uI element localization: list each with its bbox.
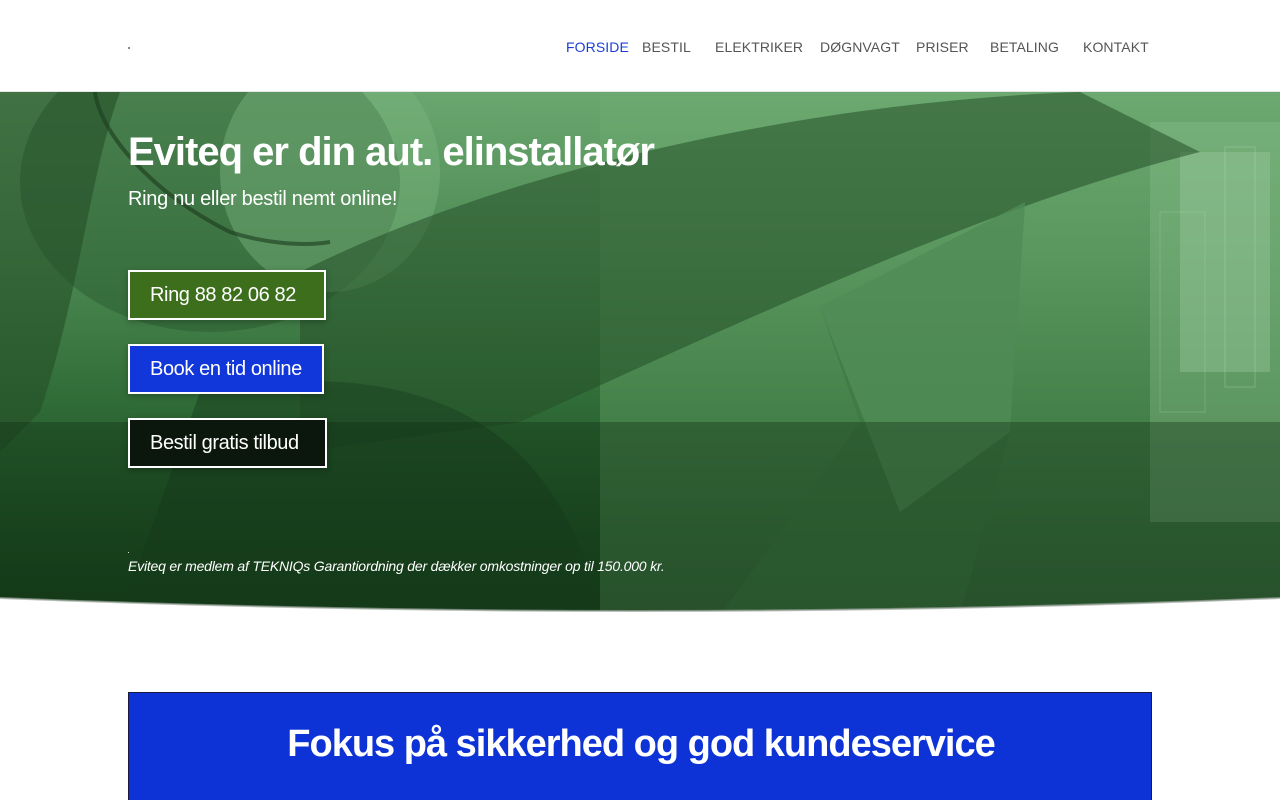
book-online-button[interactable]: Book en tid online bbox=[128, 344, 324, 394]
nav-item-elektriker[interactable]: ELEKTRIKER bbox=[715, 39, 803, 55]
garanti-note: Eviteq er medlem af TEKNIQs Garantiordni… bbox=[128, 558, 665, 574]
feature-panel: Fokus på sikkerhed og god kundeservice bbox=[128, 692, 1152, 800]
site-header: FORSIDE BESTIL ELEKTRIKER DØGNVAGT PRISE… bbox=[0, 0, 1280, 92]
nav-item-bestil[interactable]: BESTIL bbox=[642, 39, 691, 55]
free-quote-button[interactable]: Bestil gratis tilbud bbox=[128, 418, 327, 468]
hero-subtitle: Ring nu eller bestil nemt online! bbox=[128, 188, 398, 210]
nav-item-dognvagt[interactable]: DØGNVAGT bbox=[820, 39, 900, 55]
main-nav: FORSIDE BESTIL ELEKTRIKER DØGNVAGT PRISE… bbox=[0, 0, 1280, 92]
panel-title: Fokus på sikkerhed og god kundeservice bbox=[287, 723, 995, 765]
nav-item-kontakt[interactable]: KONTAKT bbox=[1083, 39, 1149, 55]
hero-section: Eviteq er din aut. elinstallatør Ring nu… bbox=[0, 92, 1280, 615]
garanti-logo bbox=[128, 552, 129, 553]
nav-item-priser[interactable]: PRISER bbox=[916, 39, 969, 55]
nav-item-forside[interactable]: FORSIDE bbox=[566, 39, 629, 55]
hero-title: Eviteq er din aut. elinstallatør bbox=[128, 130, 655, 174]
nav-item-betaling[interactable]: BETALING bbox=[990, 39, 1059, 55]
call-button[interactable]: Ring 88 82 06 82 bbox=[128, 270, 326, 320]
